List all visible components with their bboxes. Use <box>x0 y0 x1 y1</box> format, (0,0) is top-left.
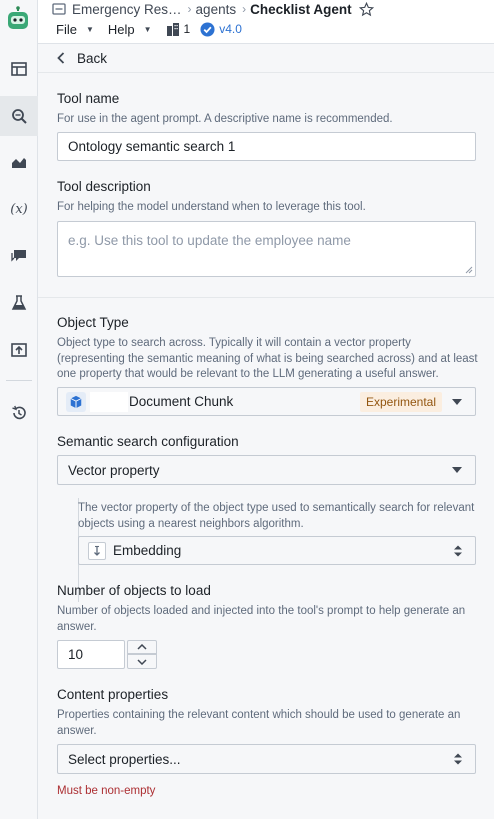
breadcrumb-separator-icon: › <box>187 2 192 16</box>
verified-check-icon <box>200 21 215 37</box>
content-properties-help: Properties containing the relevant conte… <box>57 709 461 737</box>
num-objects-input[interactable]: 10 <box>57 640 125 669</box>
double-caret-icon <box>454 753 462 765</box>
back-button[interactable]: Back <box>57 51 107 66</box>
semantic-config-label: Semantic search configuration <box>57 434 239 449</box>
area-chart-icon[interactable] <box>0 142 38 182</box>
chevron-left-icon <box>57 52 65 64</box>
content-properties-error: Must be non-empty <box>57 785 156 797</box>
version-label: v4.0 <box>219 22 242 36</box>
top-bar: Emergency Res… › agents › Checklist Agen… <box>38 0 494 44</box>
chat-icon[interactable] <box>0 236 38 276</box>
history-icon[interactable] <box>0 393 38 433</box>
num-objects-label: Number of objects to load <box>57 583 211 598</box>
star-icon[interactable] <box>358 1 374 17</box>
cube-icon <box>66 392 86 412</box>
tool-name-value: Ontology semantic search 1 <box>68 139 236 154</box>
caret-down-icon: ▼ <box>143 24 152 34</box>
num-objects-value: 10 <box>68 647 84 662</box>
decrement-button[interactable] <box>127 654 157 669</box>
experimental-badge: Experimental <box>359 392 442 412</box>
left-rail: (x) <box>0 0 38 819</box>
tool-description-label: Tool description <box>57 179 151 194</box>
breadcrumb-item[interactable]: agents <box>196 2 237 17</box>
tool-config-panel: Back Tool name For use in the agent prom… <box>38 44 494 819</box>
section-divider <box>38 297 494 298</box>
content-properties-label: Content properties <box>57 687 169 702</box>
help-menu-label: Help <box>107 21 135 37</box>
tool-name-help: For use in the agent prompt. A descripti… <box>57 113 393 125</box>
menu-bar: File ▼ Help ▼ 1 v4.0 <box>56 20 256 38</box>
object-type-label: Object Type <box>57 315 129 330</box>
object-type-help: Object type to search across. Typically … <box>57 337 478 380</box>
vector-property-select[interactable]: Embedding <box>78 536 476 565</box>
file-menu-label: File <box>56 21 77 37</box>
help-menu[interactable]: Help ▼ <box>108 22 152 37</box>
resize-grip-icon[interactable] <box>465 266 473 274</box>
caret-down-icon <box>452 467 462 473</box>
project-count[interactable]: 1 <box>166 22 191 36</box>
tool-description-help: For helping the model understand when to… <box>57 201 366 213</box>
tool-description-textarea[interactable]: e.g. Use this tool to update the employe… <box>57 221 476 277</box>
object-type-select[interactable]: Document Chunk Experimental <box>57 387 476 416</box>
search-tools-icon[interactable] <box>0 96 38 136</box>
flask-icon[interactable] <box>0 283 38 323</box>
chevron-up-icon <box>137 644 147 650</box>
file-menu[interactable]: File ▼ <box>56 22 94 37</box>
content-properties-placeholder: Select properties... <box>68 751 181 767</box>
breadcrumb-item[interactable]: Emergency Res… <box>72 2 182 17</box>
increment-button[interactable] <box>127 640 157 654</box>
variable-icon[interactable]: (x) <box>0 189 38 229</box>
num-objects-help: Number of objects loaded and injected in… <box>57 605 466 633</box>
rail-divider <box>6 380 32 381</box>
back-label: Back <box>77 50 108 66</box>
current-page-title: Checklist Agent <box>250 1 352 17</box>
vector-property-value: Embedding <box>113 543 182 558</box>
version-badge[interactable]: v4.0 <box>200 21 242 37</box>
caret-down-icon: ▼ <box>85 24 94 34</box>
num-objects-stepper <box>127 640 157 669</box>
vector-property-icon <box>88 542 106 560</box>
semantic-config-value: Vector property <box>68 462 160 478</box>
project-count-value: 1 <box>183 22 191 36</box>
back-row: Back <box>38 44 494 73</box>
semantic-config-select[interactable]: Vector property <box>57 455 476 485</box>
chevron-down-icon <box>137 658 147 665</box>
agent-logo-icon <box>6 6 30 32</box>
tool-name-input[interactable]: Ontology semantic search 1 <box>57 132 476 161</box>
vector-property-help: The vector property of the object type u… <box>78 502 475 530</box>
caret-down-icon <box>452 398 462 405</box>
tool-description-placeholder: e.g. Use this tool to update the employe… <box>68 233 351 248</box>
layout-icon[interactable] <box>0 49 38 89</box>
building-icon <box>166 22 179 36</box>
object-type-value: Document Chunk <box>129 394 234 409</box>
breadcrumb: Emergency Res… › agents › Checklist Agen… <box>52 0 374 18</box>
object-type-color-swatch <box>90 392 128 412</box>
folder-icon <box>52 3 66 15</box>
breadcrumb-separator-icon: › <box>242 2 247 16</box>
content-properties-select[interactable]: Select properties... <box>57 744 476 774</box>
tool-name-label: Tool name <box>57 91 120 106</box>
publish-icon[interactable] <box>0 330 38 370</box>
double-caret-icon <box>454 545 462 556</box>
